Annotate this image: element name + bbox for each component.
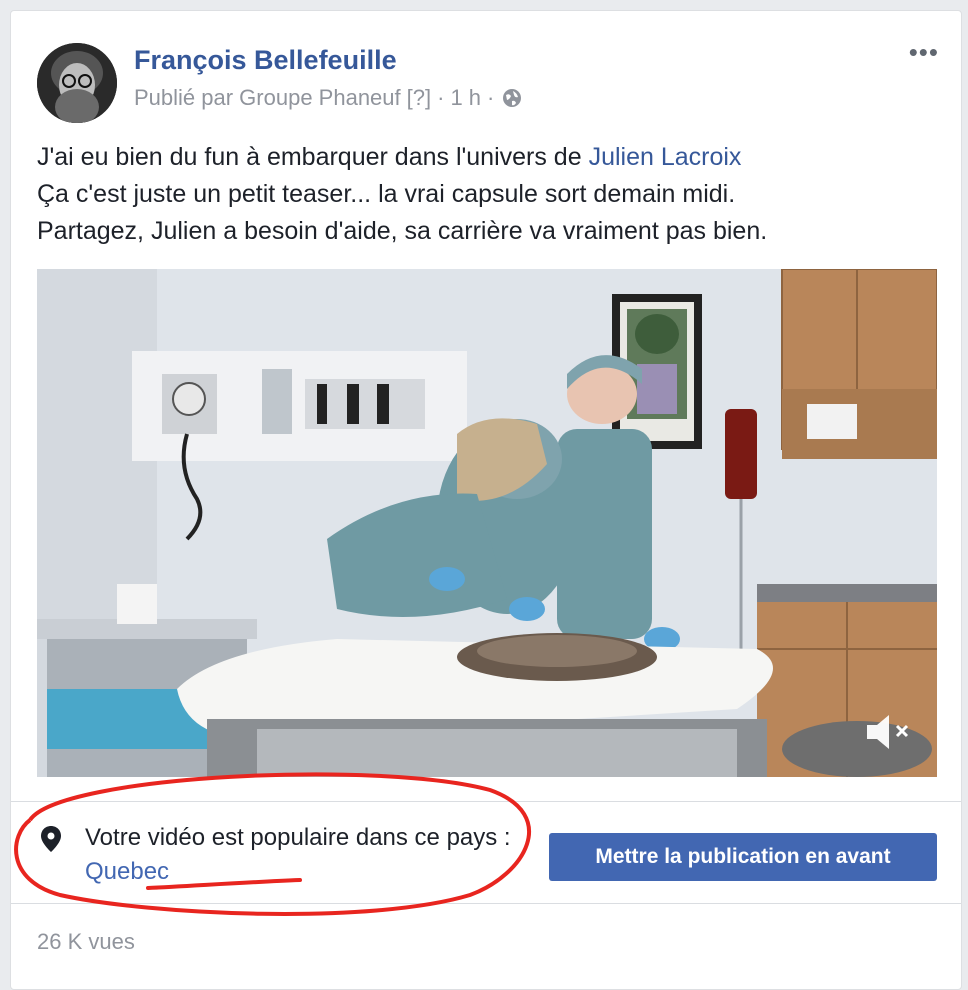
mention-link[interactable]: Julien Lacroix [589,143,742,171]
view-count: 26 K vues [37,929,135,954]
post-meta: Publié par Groupe Phaneuf [?] · 1 h · [134,85,522,111]
post-card: François Bellefeuille Publié par Groupe … [10,10,962,990]
author-avatar[interactable] [37,43,117,123]
post-text-line1: J'ai eu bien du fun à embarquer dans l'u… [37,143,589,171]
mute-icon[interactable] [857,707,917,757]
post-text-line2: Ça c'est juste un petit teaser... la vra… [37,180,736,208]
video-frame [37,269,937,777]
video-player[interactable] [37,269,937,777]
help-marker[interactable]: [?] [407,85,431,111]
meta-separator: · [437,85,445,110]
insight-text: Votre vidéo est populaire dans ce pays : [85,824,511,851]
meta-separator-2: · [487,85,495,110]
published-by[interactable]: Publié par Groupe Phaneuf [134,85,401,111]
location-pin-icon [41,826,61,852]
boost-post-button[interactable]: Mettre la publication en avant [549,833,937,881]
divider-top [11,801,961,802]
globe-icon[interactable] [502,88,522,108]
more-options-icon[interactable]: ••• [909,39,939,65]
insight-country-link[interactable]: Quebec [85,858,169,885]
insight-message: Votre vidéo est populaire dans ce pays :… [85,821,525,889]
post-text: J'ai eu bien du fun à embarquer dans l'u… [37,139,937,250]
divider-bottom [11,903,961,904]
author-name[interactable]: François Bellefeuille [134,45,397,76]
post-time[interactable]: 1 h [450,85,481,111]
post-text-line3: Partagez, Julien a besoin d'aide, sa car… [37,217,768,245]
